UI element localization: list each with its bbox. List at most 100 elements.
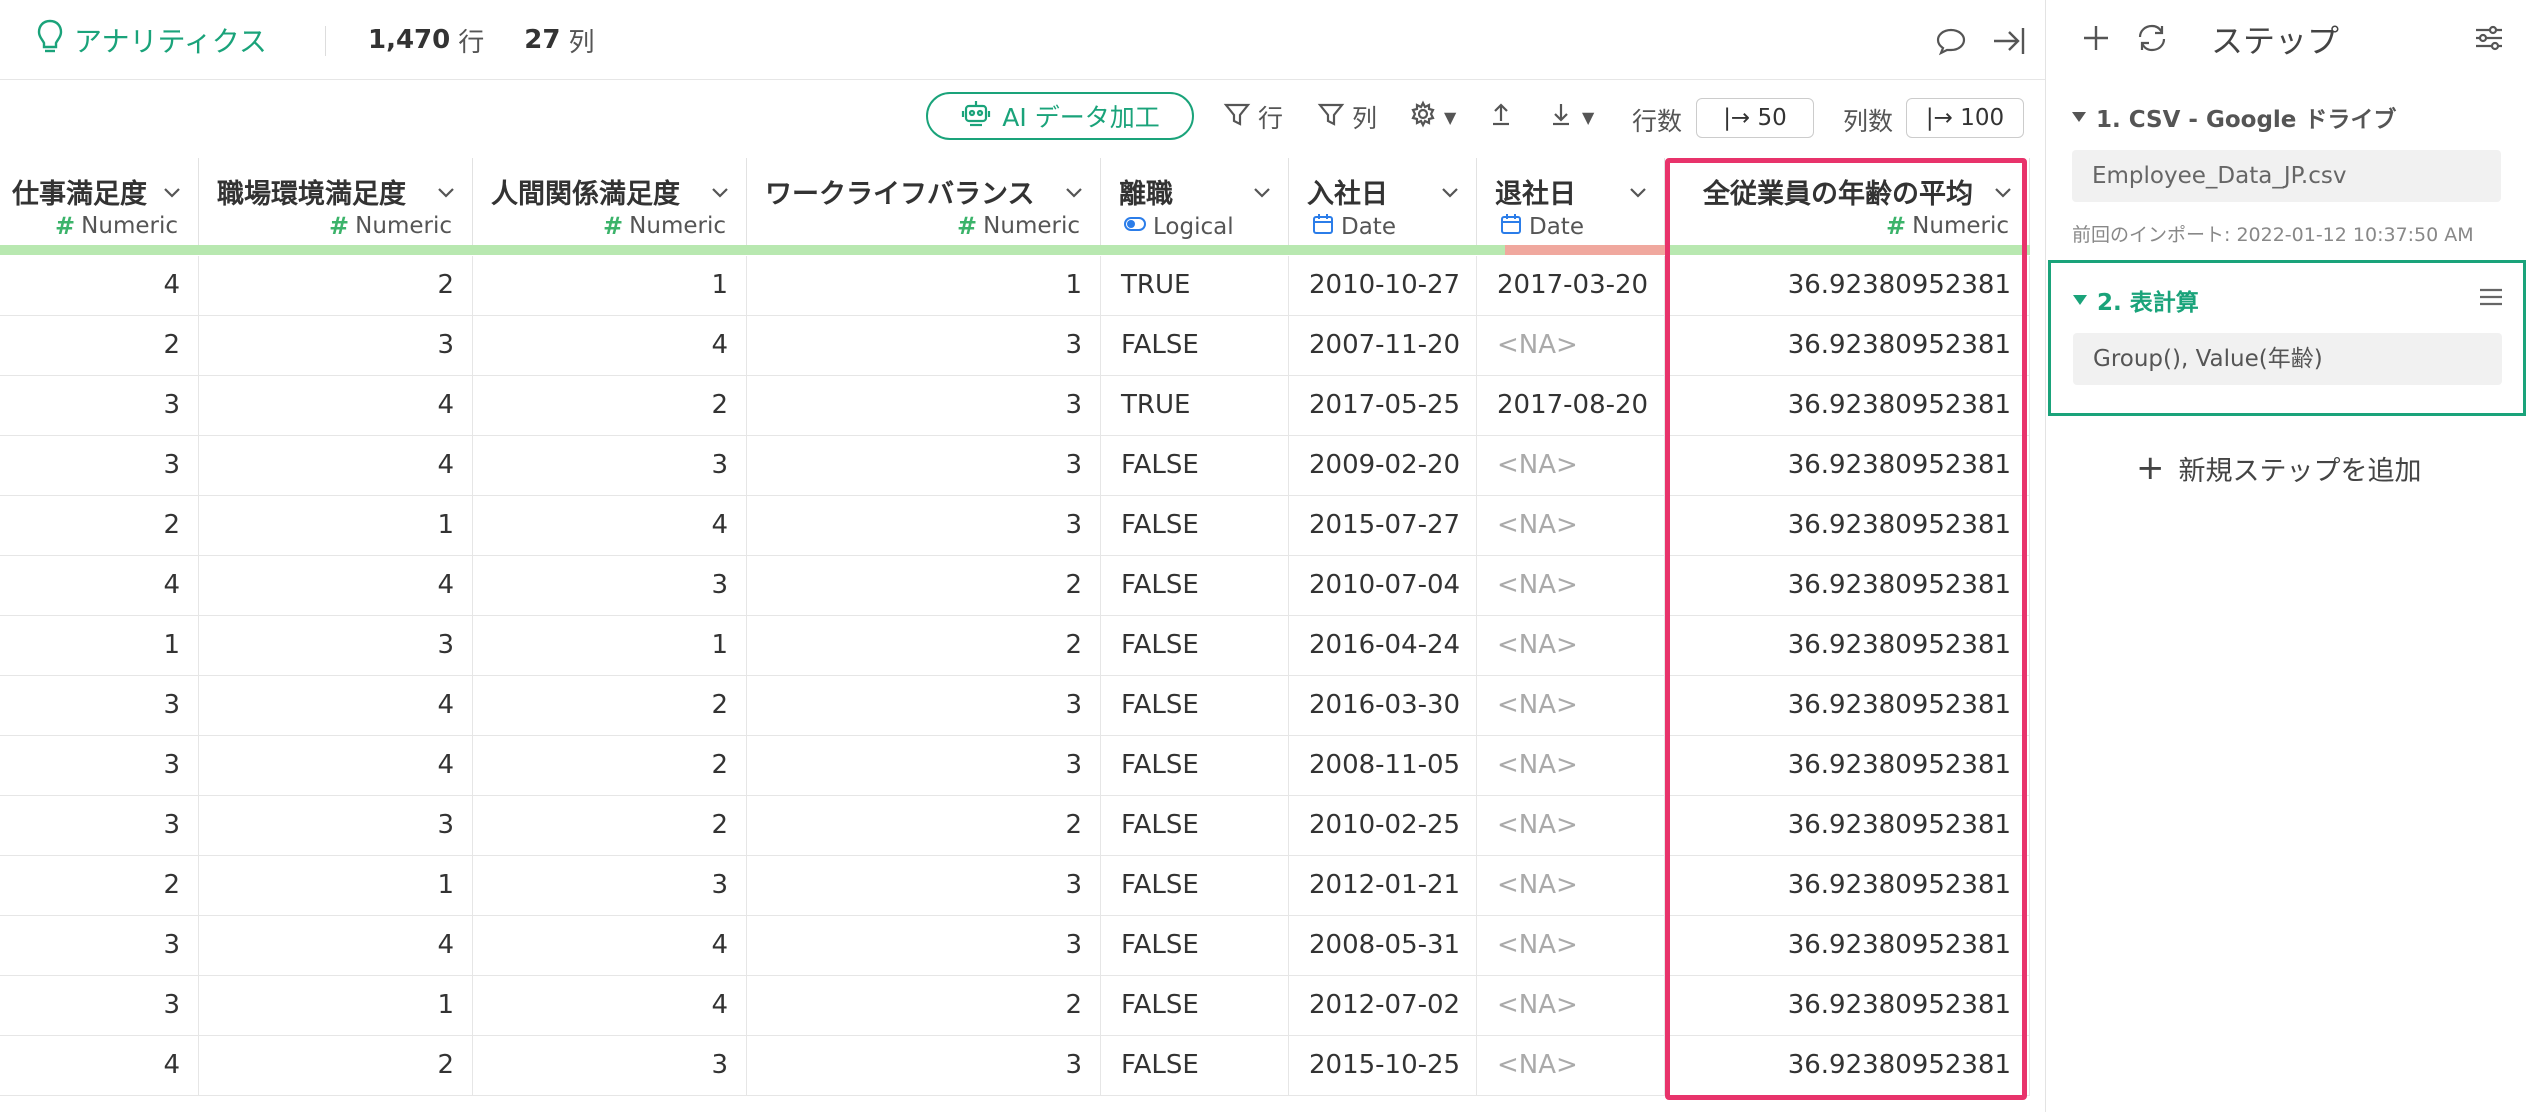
column-menu-chevron-icon[interactable] <box>160 180 184 204</box>
table-cell[interactable]: 3 <box>199 316 473 376</box>
table-cell[interactable]: 3 <box>0 736 199 796</box>
table-cell[interactable]: 3 <box>0 916 199 976</box>
table-cell[interactable]: 3 <box>473 436 747 496</box>
table-cell[interactable]: <NA> <box>1477 796 1665 856</box>
table-cell[interactable]: <NA> <box>1477 616 1665 676</box>
import-menu[interactable]: ▼ <box>1546 98 1594 136</box>
table-cell[interactable]: 4 <box>199 736 473 796</box>
step-2-header[interactable]: 2. 表計算 <box>2073 283 2199 317</box>
column-header[interactable]: 離職 Logical <box>1101 158 1289 248</box>
table-cell[interactable]: 3 <box>473 556 747 616</box>
table-cell[interactable]: 36.92380952381 <box>1665 1036 2030 1096</box>
table-cell[interactable]: 4 <box>473 316 747 376</box>
column-menu-chevron-icon[interactable] <box>1250 180 1274 204</box>
table-cell[interactable]: 3 <box>0 436 199 496</box>
table-cell[interactable]: 3 <box>747 676 1101 736</box>
table-cell[interactable]: 3 <box>473 856 747 916</box>
table-cell[interactable]: <NA> <box>1477 436 1665 496</box>
table-cell[interactable]: 4 <box>0 256 199 316</box>
ai-data-processing-button[interactable]: AI データ加工 <box>926 92 1194 140</box>
table-cell[interactable]: 2010-10-27 <box>1289 256 1477 316</box>
table-cell[interactable]: 4 <box>473 496 747 556</box>
cols-limit-input[interactable]: |→ 100 <box>1906 98 2024 138</box>
table-cell[interactable]: 4 <box>199 676 473 736</box>
table-cell[interactable]: 36.92380952381 <box>1665 796 2030 856</box>
column-header[interactable]: 人間関係満足度 # Numeric <box>473 158 747 248</box>
table-cell[interactable]: 2 <box>0 856 199 916</box>
table-cell[interactable]: FALSE <box>1101 616 1289 676</box>
add-step-button[interactable]: + 新規ステップを追加 <box>2136 448 2422 488</box>
table-cell[interactable]: FALSE <box>1101 676 1289 736</box>
column-menu-chevron-icon[interactable] <box>1438 180 1462 204</box>
table-cell[interactable]: 36.92380952381 <box>1665 976 2030 1036</box>
table-cell[interactable]: 2016-03-30 <box>1289 676 1477 736</box>
table-cell[interactable]: 4 <box>0 556 199 616</box>
table-cell[interactable]: 2008-05-31 <box>1289 916 1477 976</box>
column-header[interactable]: 入社日 Date <box>1289 158 1477 248</box>
table-cell[interactable]: <NA> <box>1477 556 1665 616</box>
table-cell[interactable]: 2010-07-04 <box>1289 556 1477 616</box>
collapse-panel-icon[interactable] <box>1990 22 2028 60</box>
table-cell[interactable]: 3 <box>0 376 199 436</box>
table-cell[interactable]: FALSE <box>1101 316 1289 376</box>
table-cell[interactable]: 2 <box>199 1036 473 1096</box>
table-cell[interactable]: 3 <box>747 916 1101 976</box>
table-cell[interactable]: 36.92380952381 <box>1665 736 2030 796</box>
column-menu-chevron-icon[interactable] <box>1626 180 1650 204</box>
table-cell[interactable]: FALSE <box>1101 976 1289 1036</box>
table-cell[interactable]: <NA> <box>1477 976 1665 1036</box>
column-header[interactable]: ワークライフバランス # Numeric <box>747 158 1101 248</box>
table-cell[interactable]: 4 <box>473 916 747 976</box>
column-header[interactable]: 全従業員の年齢の平均 # Numeric <box>1665 158 2030 248</box>
table-cell[interactable]: 2017-08-20 <box>1477 376 1665 436</box>
column-header[interactable]: 仕事満足度 # Numeric <box>0 158 199 248</box>
table-cell[interactable]: <NA> <box>1477 496 1665 556</box>
table-cell[interactable]: 2 <box>747 796 1101 856</box>
table-cell[interactable]: 3 <box>747 856 1101 916</box>
table-cell[interactable]: 36.92380952381 <box>1665 256 2030 316</box>
table-cell[interactable]: <NA> <box>1477 916 1665 976</box>
table-cell[interactable]: 4 <box>473 976 747 1036</box>
table-cell[interactable]: 4 <box>0 1036 199 1096</box>
table-cell[interactable]: 36.92380952381 <box>1665 916 2030 976</box>
table-cell[interactable]: FALSE <box>1101 496 1289 556</box>
column-menu-chevron-icon[interactable] <box>434 180 458 204</box>
table-cell[interactable]: 36.92380952381 <box>1665 376 2030 436</box>
table-cell[interactable]: 3 <box>747 736 1101 796</box>
table-cell[interactable]: 2010-02-25 <box>1289 796 1477 856</box>
table-cell[interactable]: 2012-01-21 <box>1289 856 1477 916</box>
table-cell[interactable]: 4 <box>199 376 473 436</box>
table-cell[interactable]: 3 <box>747 376 1101 436</box>
table-cell[interactable]: 2 <box>473 796 747 856</box>
table-cell[interactable]: 3 <box>747 496 1101 556</box>
table-cell[interactable]: <NA> <box>1477 316 1665 376</box>
settings-menu[interactable]: ▼ <box>1408 98 1456 136</box>
table-cell[interactable]: 2 <box>473 736 747 796</box>
table-cell[interactable]: 1 <box>473 616 747 676</box>
table-cell[interactable]: 1 <box>199 856 473 916</box>
table-cell[interactable]: 1 <box>0 616 199 676</box>
settings-sliders-icon[interactable] <box>2471 20 2507 56</box>
step-1-header[interactable]: 1. CSV - Google ドライブ <box>2072 100 2396 134</box>
column-menu-chevron-icon[interactable] <box>1062 180 1086 204</box>
table-cell[interactable]: 4 <box>199 436 473 496</box>
table-cell[interactable]: <NA> <box>1477 856 1665 916</box>
column-filter-button[interactable]: 列 <box>1316 98 1377 136</box>
rows-limit-input[interactable]: |→ 50 <box>1696 98 1814 138</box>
table-cell[interactable]: 1 <box>473 256 747 316</box>
table-cell[interactable]: 2008-11-05 <box>1289 736 1477 796</box>
table-cell[interactable]: 36.92380952381 <box>1665 856 2030 916</box>
table-cell[interactable]: 36.92380952381 <box>1665 316 2030 376</box>
table-cell[interactable]: 1 <box>747 256 1101 316</box>
table-cell[interactable]: 36.92380952381 <box>1665 676 2030 736</box>
table-cell[interactable]: 2 <box>199 256 473 316</box>
table-cell[interactable]: 2015-10-25 <box>1289 1036 1477 1096</box>
table-cell[interactable]: FALSE <box>1101 796 1289 856</box>
table-cell[interactable]: 2 <box>747 976 1101 1036</box>
table-cell[interactable]: 2 <box>473 376 747 436</box>
table-cell[interactable]: 3 <box>747 316 1101 376</box>
add-icon[interactable] <box>2078 20 2114 56</box>
step-2-card[interactable]: 2. 表計算 Group(), Value(年齢) <box>2048 260 2526 416</box>
table-cell[interactable]: TRUE <box>1101 256 1289 316</box>
table-cell[interactable]: 2017-03-20 <box>1477 256 1665 316</box>
